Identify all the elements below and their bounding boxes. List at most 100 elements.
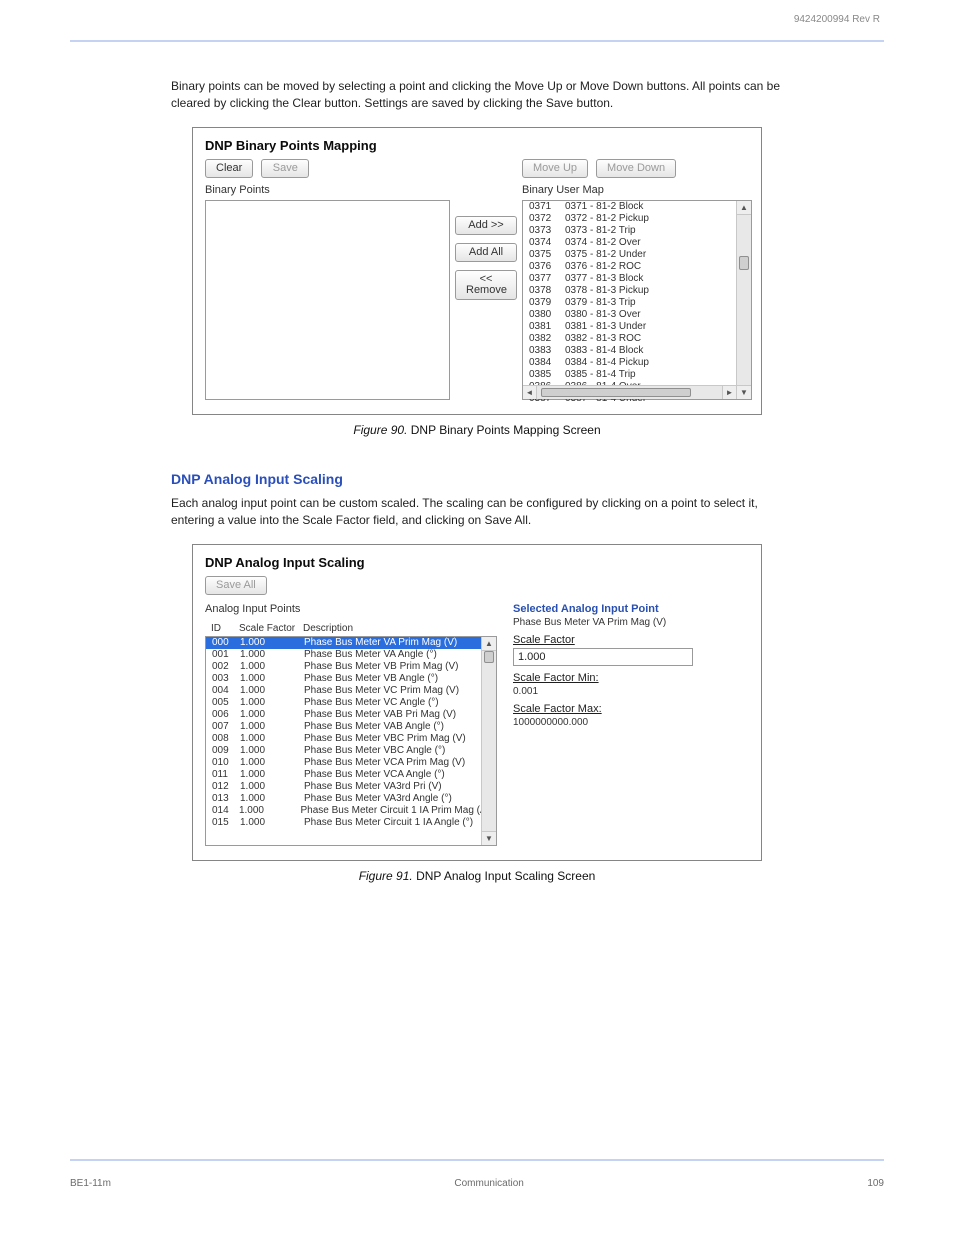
row-id: 0372 xyxy=(529,213,557,225)
row-scale-factor: 1.000 xyxy=(240,637,304,649)
user-map-row[interactable]: 0378 0378 - 81-3 Pickup xyxy=(523,285,751,297)
scroll-down-arrow-icon[interactable]: ▼ xyxy=(482,831,496,845)
analog-row[interactable]: 0111.000Phase Bus Meter VCA Angle (°) xyxy=(206,769,496,781)
row-id: 001 xyxy=(212,649,240,661)
add-button[interactable]: Add >> xyxy=(455,216,517,235)
remove-button[interactable]: << Remove xyxy=(455,270,517,300)
move-down-button[interactable]: Move Down xyxy=(596,159,676,178)
figure-90-caption: Figure 90. DNP Binary Points Mapping Scr… xyxy=(171,423,783,437)
row-id: 0381 xyxy=(529,321,557,333)
analog-row[interactable]: 0131.000Phase Bus Meter VA3rd Angle (°) xyxy=(206,793,496,805)
move-up-button[interactable]: Move Up xyxy=(522,159,588,178)
row-desc: 0373 - 81-2 Trip xyxy=(565,225,636,237)
scroll-thumb[interactable] xyxy=(484,651,494,663)
row-id: 0374 xyxy=(529,237,557,249)
figure-91-caption-text: DNP Analog Input Scaling Screen xyxy=(416,869,595,883)
analog-table-header: ID Scale Factor Description xyxy=(205,619,497,636)
analog-input-points-label: Analog Input Points xyxy=(205,603,497,615)
analog-row[interactable]: 0021.000Phase Bus Meter VB Prim Mag (V) xyxy=(206,661,496,673)
row-description: Phase Bus Meter VCA Angle (°) xyxy=(304,769,445,781)
row-id: 0371 xyxy=(529,201,557,213)
row-id: 013 xyxy=(212,793,240,805)
user-map-row[interactable]: 03740374 - 81-2 Over xyxy=(523,237,751,249)
analog-row[interactable]: 0001.000Phase Bus Meter VA Prim Mag (V) xyxy=(206,637,496,649)
scale-factor-input[interactable]: 1.000 xyxy=(513,648,693,666)
user-map-row[interactable]: 03710371 - 81-2 Block xyxy=(523,201,751,213)
row-id: 000 xyxy=(212,637,240,649)
add-all-button[interactable]: Add All xyxy=(455,243,517,262)
binary-points-label: Binary Points xyxy=(205,184,450,196)
user-map-row[interactable]: 03810381 - 81-3 Under xyxy=(523,321,751,333)
scroll-up-arrow-icon[interactable]: ▲ xyxy=(737,201,751,215)
row-desc: 0378 - 81-3 Pickup xyxy=(565,285,649,297)
analog-row[interactable]: 0051.000Phase Bus Meter VC Angle (°) xyxy=(206,697,496,709)
row-scale-factor: 1.000 xyxy=(240,757,304,769)
row-scale-factor: 1.000 xyxy=(240,817,304,829)
scale-factor-max-value: 1000000000.000 xyxy=(513,717,763,728)
user-map-row[interactable]: 0385 0385 - 81-4 Trip xyxy=(523,369,751,381)
vertical-scrollbar[interactable]: ▲ ▼ xyxy=(481,637,496,845)
scroll-up-arrow-icon[interactable]: ▲ xyxy=(482,637,496,651)
scroll-thumb[interactable] xyxy=(739,256,749,270)
analog-row[interactable]: 0141.000Phase Bus Meter Circuit 1 IA Pri… xyxy=(206,805,496,817)
row-id: 0378 xyxy=(529,285,557,297)
user-map-row[interactable]: 03840384 - 81-4 Pickup xyxy=(523,357,751,369)
hscroll-thumb[interactable] xyxy=(541,388,691,397)
row-id: 004 xyxy=(212,685,240,697)
user-map-row[interactable]: 03790379 - 81-3 Trip xyxy=(523,297,751,309)
fig91-title: DNP Analog Input Scaling xyxy=(205,555,749,570)
row-description: Phase Bus Meter VBC Prim Mag (V) xyxy=(304,733,466,745)
analog-row[interactable]: 0041.000Phase Bus Meter VC Prim Mag (V) xyxy=(206,685,496,697)
binary-user-map-list[interactable]: 03710371 - 81-2 Block03720372 - 81-2 Pic… xyxy=(522,200,752,400)
analog-row[interactable]: 0121.000Phase Bus Meter VA3rd Pri (V) xyxy=(206,781,496,793)
row-scale-factor: 1.000 xyxy=(240,733,304,745)
analog-input-points-list[interactable]: 0001.000Phase Bus Meter VA Prim Mag (V)0… xyxy=(205,636,497,846)
user-map-row[interactable]: 0376 0376 - 81-2 ROC xyxy=(523,261,751,273)
user-map-row[interactable]: 03830383 - 81-4 Block xyxy=(523,345,751,357)
binary-points-list[interactable] xyxy=(205,200,450,400)
row-scale-factor: 1.000 xyxy=(240,769,304,781)
analog-row[interactable]: 0061.000Phase Bus Meter VAB Pri Mag (V) xyxy=(206,709,496,721)
analog-row[interactable]: 0071.000Phase Bus Meter VAB Angle (°) xyxy=(206,721,496,733)
horizontal-scrollbar[interactable]: ◄ ► xyxy=(523,385,736,399)
row-description: Phase Bus Meter VCA Prim Mag (V) xyxy=(304,757,465,769)
fig90-title: DNP Binary Points Mapping xyxy=(205,138,749,153)
row-desc: 0385 - 81-4 Trip xyxy=(565,369,636,381)
scroll-right-arrow-icon[interactable]: ► xyxy=(722,386,736,399)
analog-row[interactable]: 0091.000Phase Bus Meter VBC Angle (°) xyxy=(206,745,496,757)
page-bottom-rule xyxy=(70,1159,884,1161)
row-description: Phase Bus Meter VAB Pri Mag (V) xyxy=(304,709,456,721)
save-button[interactable]: Save xyxy=(261,159,309,178)
page-top-rule xyxy=(70,40,884,42)
analog-row[interactable]: 0011.000Phase Bus Meter VA Angle (°) xyxy=(206,649,496,661)
analog-row[interactable]: 0151.000Phase Bus Meter Circuit 1 IA Ang… xyxy=(206,817,496,829)
save-all-button[interactable]: Save All xyxy=(205,576,267,595)
user-map-row[interactable]: 0373 0373 - 81-2 Trip xyxy=(523,225,751,237)
figure-90-caption-text: DNP Binary Points Mapping Screen xyxy=(411,423,601,437)
row-desc: 0376 - 81-2 ROC xyxy=(565,261,641,273)
row-id: 003 xyxy=(212,673,240,685)
user-map-row[interactable]: 03770377 - 81-3 Block xyxy=(523,273,751,285)
row-id: 0385 xyxy=(529,369,557,381)
analog-row[interactable]: 0031.000Phase Bus Meter VB Angle (°) xyxy=(206,673,496,685)
user-map-row[interactable]: 03750375 - 81-2 Under xyxy=(523,249,751,261)
body-paragraph-2: Each analog input point can be custom sc… xyxy=(171,495,783,530)
analog-row[interactable]: 0081.000Phase Bus Meter VBC Prim Mag (V) xyxy=(206,733,496,745)
col-description: Description xyxy=(303,623,491,634)
scroll-left-arrow-icon[interactable]: ◄ xyxy=(523,386,537,399)
analog-scaling-heading: DNP Analog Input Scaling xyxy=(171,471,783,487)
user-map-row[interactable]: 03720372 - 81-2 Pickup xyxy=(523,213,751,225)
row-description: Phase Bus Meter VA3rd Pri (V) xyxy=(304,781,442,793)
clear-button[interactable]: Clear xyxy=(205,159,253,178)
row-id: 0379 xyxy=(529,297,557,309)
row-id: 0373 xyxy=(529,225,557,237)
row-id: 0376 xyxy=(529,261,557,273)
row-scale-factor: 1.000 xyxy=(240,685,304,697)
user-map-row[interactable]: 03820382 - 81-3 ROC xyxy=(523,333,751,345)
vertical-scrollbar[interactable]: ▲ ▼ xyxy=(736,201,751,399)
analog-row[interactable]: 0101.000Phase Bus Meter VCA Prim Mag (V) xyxy=(206,757,496,769)
row-id: 0380 xyxy=(529,309,557,321)
row-scale-factor: 1.000 xyxy=(240,697,304,709)
scroll-down-arrow-icon[interactable]: ▼ xyxy=(737,385,751,399)
user-map-row[interactable]: 03800380 - 81-3 Over xyxy=(523,309,751,321)
